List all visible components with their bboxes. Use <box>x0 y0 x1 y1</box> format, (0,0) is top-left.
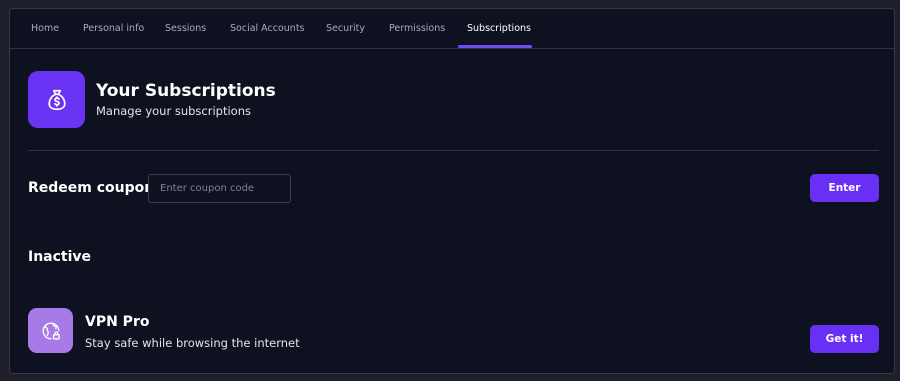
tab-permissions[interactable]: Permissions <box>389 9 445 48</box>
tab-bar: Home Personal info Sessions Social Accou… <box>10 9 894 49</box>
get-it-button[interactable]: Get it! <box>810 325 879 353</box>
section-divider <box>28 150 879 151</box>
tab-sessions[interactable]: Sessions <box>165 9 206 48</box>
redeem-coupon-label: Redeem coupon <box>28 180 155 196</box>
page-subtitle: Manage your subscriptions <box>96 104 251 118</box>
coupon-code-input[interactable] <box>148 174 291 203</box>
globe-lock-icon <box>28 308 73 353</box>
page-title: Your Subscriptions <box>96 81 276 101</box>
money-bag-icon <box>28 71 85 128</box>
tab-social-accounts[interactable]: Social Accounts <box>230 9 305 48</box>
tab-home[interactable]: Home <box>31 9 59 48</box>
tab-security[interactable]: Security <box>326 9 365 48</box>
subscription-description: Stay safe while browsing the internet <box>85 336 300 350</box>
active-tab-indicator <box>458 45 532 48</box>
subscription-name: VPN Pro <box>85 314 150 330</box>
tab-personal-info[interactable]: Personal info <box>83 9 144 48</box>
enter-button[interactable]: Enter <box>810 174 879 202</box>
tab-subscriptions[interactable]: Subscriptions <box>467 9 531 48</box>
inactive-heading: Inactive <box>28 249 92 265</box>
subscriptions-panel: Home Personal info Sessions Social Accou… <box>9 8 895 374</box>
